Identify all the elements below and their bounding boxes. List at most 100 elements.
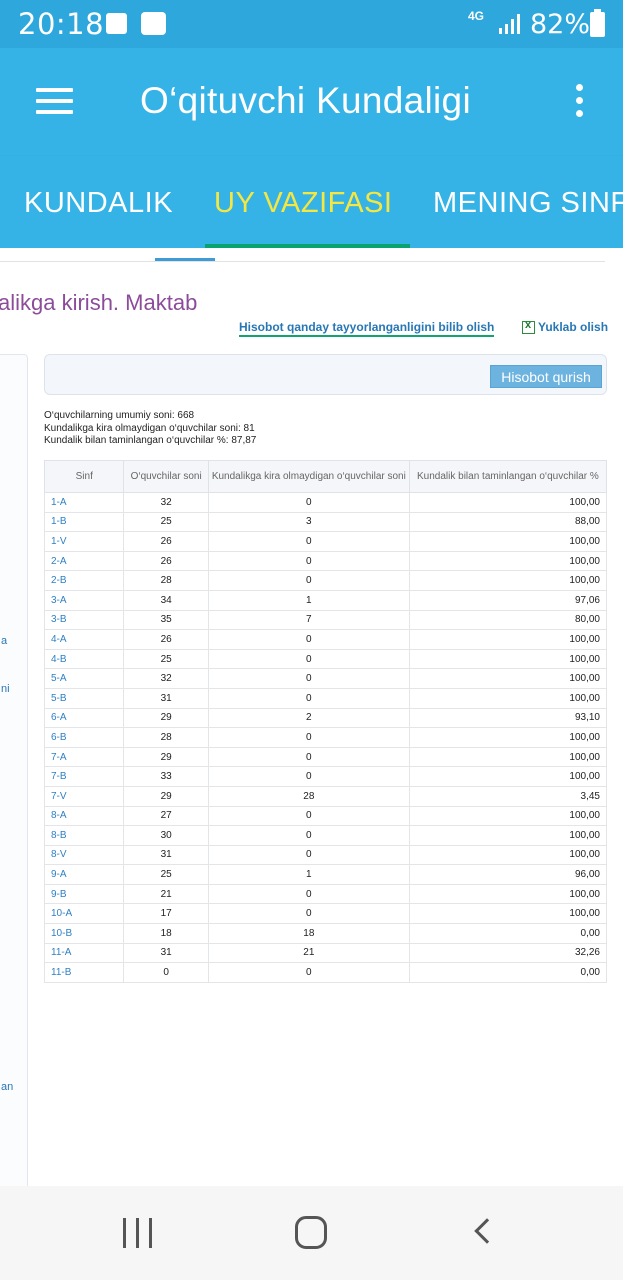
table-row: 4-A 26 0 100,00 [43,629,608,650]
report-table: Sinf O‘quvchilar soni Kundalikga kira ol… [43,460,608,983]
percent-cell: 93,10 [408,707,608,729]
download-link[interactable]: Yuklab olish [538,320,608,334]
header-sinf[interactable]: Sinf [43,460,125,493]
excel-icon[interactable] [522,319,535,334]
not-logged-cell: 0 [207,883,410,905]
table-row: 9-B 21 0 100,00 [43,883,608,905]
student-count-cell: 18 [123,923,209,944]
class-link[interactable]: 7-A [43,746,125,768]
class-link[interactable]: 7-B [43,766,125,787]
class-link[interactable]: 6-A [43,707,125,729]
sidebar-fragment[interactable]: an [1,1081,13,1093]
table-row: 2-B 28 0 100,00 [43,570,608,591]
not-logged-cell: 0 [207,629,410,650]
header-student-count[interactable]: O‘quvchilar soni [123,460,209,493]
percent-cell: 100,00 [408,883,608,905]
student-count-cell: 34 [123,589,209,611]
student-count-cell: 26 [123,550,209,572]
table-row: 5-B 31 0 100,00 [43,687,608,709]
status-bar: 20:18 4G 82% [0,0,623,48]
student-count-cell: 21 [123,883,209,905]
percent-cell: 3,45 [408,785,608,807]
class-link[interactable]: 1-V [43,531,125,552]
network-type: 4G [468,9,485,23]
percent-cell: 100,00 [408,805,608,827]
signal-icon [499,14,520,34]
page-heading: alikga kirish. Maktab [0,290,198,315]
percent-cell: 100,00 [408,844,608,866]
not-logged-cell: 0 [207,844,410,866]
table-row: 4-B 25 0 100,00 [43,648,608,670]
class-link[interactable]: 5-A [43,668,125,689]
table-row: 10-A 17 0 100,00 [43,903,608,925]
not-logged-cell: 0 [207,903,410,925]
class-link[interactable]: 8-B [43,825,125,846]
student-count-cell: 25 [123,511,209,533]
not-logged-cell: 3 [207,511,410,533]
class-link[interactable]: 9-A [43,864,125,885]
student-count-cell: 29 [123,746,209,768]
class-link[interactable]: 11-A [43,942,125,964]
class-link[interactable]: 10-A [43,903,125,925]
class-link[interactable]: 8-V [43,844,125,866]
percent-cell: 96,00 [408,864,608,885]
web-content: alikga kirish. Maktab Hisobot qanday tay… [0,248,623,1186]
class-link[interactable]: 6-B [43,727,125,748]
percent-cell: 100,00 [408,746,608,768]
student-count-cell: 30 [123,825,209,846]
report-summary: O‘quvchilarning umumiy soni: 668 Kundali… [44,410,256,448]
percent-cell: 100,00 [408,648,608,670]
student-count-cell: 29 [123,785,209,807]
class-link[interactable]: 11-B [43,962,125,983]
percent-cell: 100,00 [408,903,608,925]
more-options-icon[interactable] [572,84,586,122]
class-link[interactable]: 10-B [43,923,125,944]
class-link[interactable]: 8-A [43,805,125,827]
header-not-logged[interactable]: Kundalikga kira olmaydigan o‘quvchilar s… [207,460,410,493]
class-link[interactable]: 1-B [43,511,125,533]
table-row: 8-A 27 0 100,00 [43,805,608,827]
subnav-divider [0,261,605,262]
build-report-button[interactable]: Hisobot qurish [490,365,602,388]
class-link[interactable]: 4-B [43,648,125,670]
class-link[interactable]: 5-B [43,687,125,709]
class-link[interactable]: 4-A [43,629,125,650]
student-count-cell: 31 [123,942,209,964]
class-link[interactable]: 3-A [43,589,125,611]
not-logged-cell: 7 [207,609,410,631]
sidebar-fragment[interactable]: ni [1,683,10,695]
percent-cell: 100,00 [408,570,608,591]
tab-bar: KUNDALIK UY VAZIFASI MENING SINF [0,156,623,248]
not-logged-cell: 0 [207,766,410,787]
student-count-cell: 17 [123,903,209,925]
class-link[interactable]: 1-A [43,492,125,513]
sidebar-fragment[interactable]: a [1,635,7,647]
recents-icon[interactable] [123,1218,153,1248]
howto-link[interactable]: Hisobot qanday tayyorlanganligini bilib … [239,320,495,337]
not-logged-cell: 21 [207,942,410,964]
tab-kundalik[interactable]: KUNDALIK [24,187,173,220]
home-icon[interactable] [295,1216,327,1249]
not-logged-cell: 0 [207,727,410,748]
class-link[interactable]: 2-A [43,550,125,572]
percent-cell: 100,00 [408,668,608,689]
student-count-cell: 29 [123,707,209,729]
menu-icon[interactable] [36,88,73,114]
student-count-cell: 35 [123,609,209,631]
student-count-cell: 25 [123,864,209,885]
class-link[interactable]: 3-B [43,609,125,631]
not-logged-cell: 0 [207,492,410,513]
class-link[interactable]: 7-V [43,785,125,807]
summary-not-logged: Kundalikga kira olmaydigan o‘quvchilar s… [44,422,255,434]
class-link[interactable]: 2-B [43,570,125,591]
class-link[interactable]: 9-B [43,883,125,905]
table-row: 1-V 26 0 100,00 [43,531,608,552]
back-icon[interactable] [474,1218,500,1244]
status-time: 20:18 [18,7,105,41]
table-row: 7-A 29 0 100,00 [43,746,608,768]
tab-mening-sinf[interactable]: MENING SINF [433,187,623,220]
summary-percent: Kundalik bilan taminlangan o‘quvchilar %… [44,435,257,446]
table-row: 2-A 26 0 100,00 [43,550,608,572]
tab-uy-vazifasi[interactable]: UY VAZIFASI [214,187,392,220]
header-percent[interactable]: Kundalik bilan taminlangan o‘quvchilar % [408,460,608,493]
